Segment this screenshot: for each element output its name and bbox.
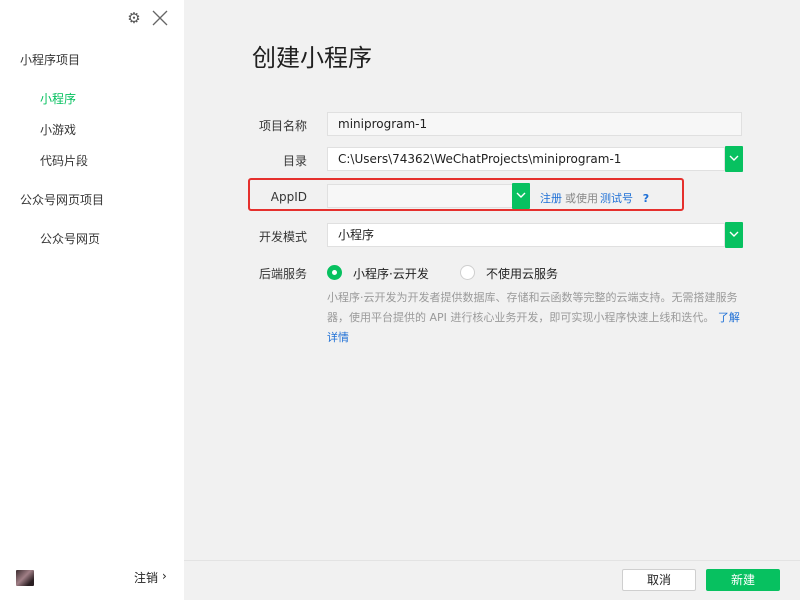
chevron-down-icon — [516, 192, 526, 198]
appid-dropdown-button[interactable] — [512, 183, 530, 209]
gear-icon[interactable]: ⚙ — [126, 10, 142, 26]
sidebar-item-miniprogram[interactable]: 小程序 — [40, 90, 76, 107]
test-account-link[interactable]: 测试号 — [600, 190, 633, 206]
sidebar: ⚙ 小程序项目 小程序 小游戏 代码片段 公众号网页项目 公众号网页 注销 › — [0, 0, 184, 600]
dev-mode-dropdown-button[interactable] — [725, 222, 743, 248]
sidebar-item-minigame[interactable]: 小游戏 — [40, 121, 76, 138]
main-panel: 创建小程序 项目名称 miniprogram-1 目录 C:\Users\743… — [184, 0, 800, 560]
radio-no-cloud[interactable] — [460, 265, 475, 280]
logout-button[interactable]: 注销 — [134, 569, 158, 586]
project-name-label: 项目名称 — [258, 119, 307, 133]
backend-description-text: 小程序·云开发为开发者提供数据库、存储和云函数等完整的云端支持。无需搭建服务器，… — [327, 291, 738, 324]
sidebar-item-official-account-webpage[interactable]: 公众号网页 — [40, 230, 100, 247]
backend-label: 后端服务 — [258, 267, 307, 281]
close-icon[interactable] — [151, 9, 169, 27]
footer-bar: 取消 新建 — [184, 560, 800, 600]
sidebar-group-miniprogram: 小程序项目 — [20, 53, 81, 67]
directory-input[interactable]: C:\Users\74362\WeChatProjects\miniprogra… — [327, 147, 725, 171]
sidebar-group-official-account: 公众号网页项目 — [20, 193, 105, 207]
chevron-down-icon — [729, 155, 739, 161]
radio-no-cloud-label[interactable]: 不使用云服务 — [486, 265, 558, 282]
cancel-button[interactable]: 取消 — [622, 569, 696, 591]
chevron-down-icon — [729, 231, 739, 237]
chevron-right-icon: › — [162, 569, 167, 583]
appid-input[interactable] — [327, 184, 513, 208]
radio-cloud-dev-label[interactable]: 小程序·云开发 — [353, 265, 429, 282]
appid-label: AppID — [270, 190, 307, 204]
page-title: 创建小程序 — [252, 44, 372, 72]
register-link[interactable]: 注册 — [540, 190, 562, 206]
avatar[interactable] — [16, 570, 34, 586]
help-icon[interactable]: ? — [639, 192, 653, 206]
directory-browse-button[interactable] — [725, 146, 743, 172]
dev-mode-label: 开发模式 — [258, 230, 307, 244]
create-button[interactable]: 新建 — [706, 569, 780, 591]
dev-mode-select[interactable]: 小程序 — [327, 223, 725, 247]
backend-description: 小程序·云开发为开发者提供数据库、存储和云函数等完整的云端支持。无需搭建服务器，… — [327, 288, 743, 348]
or-use-text: 或使用 — [565, 192, 598, 205]
sidebar-item-code-snippet[interactable]: 代码片段 — [40, 152, 88, 169]
directory-label: 目录 — [282, 154, 307, 168]
project-name-input[interactable]: miniprogram-1 — [327, 112, 742, 136]
radio-cloud-dev[interactable] — [327, 265, 342, 280]
